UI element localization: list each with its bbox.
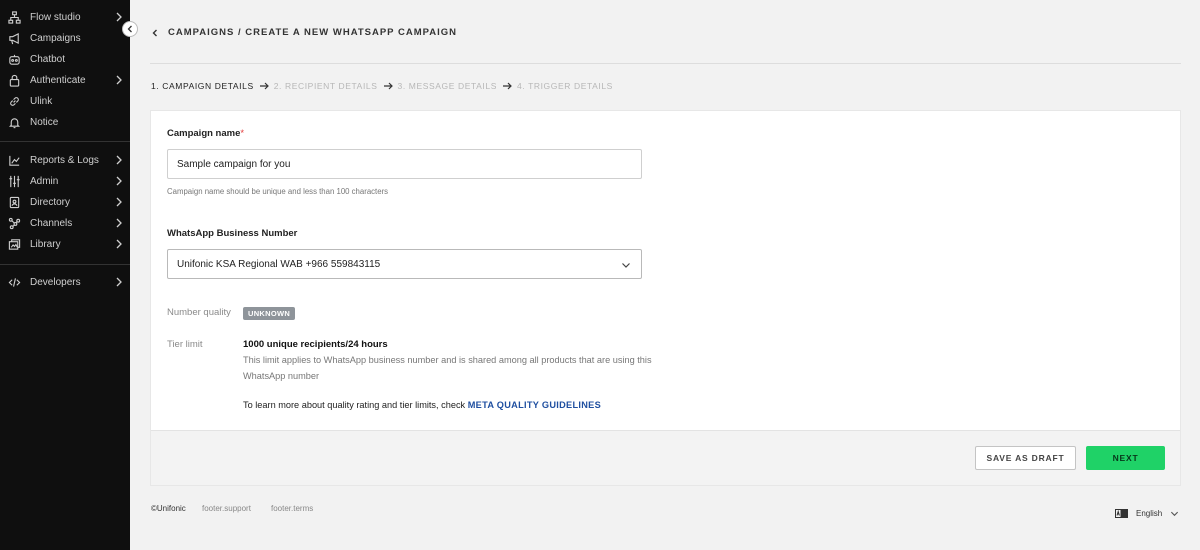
sidebar-item-admin[interactable]: Admin bbox=[0, 171, 130, 192]
sidebar-item-label: Directory bbox=[30, 197, 71, 208]
sidebar-item-label: Campaigns bbox=[30, 33, 81, 44]
stepper: 1. CAMPAIGN DETAILS 2. RECIPIENT DETAILS… bbox=[151, 81, 613, 91]
business-number-select[interactable]: Unifonic KSA Regional WAB +966 559843115 bbox=[167, 249, 642, 279]
back-chevron-icon[interactable] bbox=[150, 28, 160, 38]
chevron-right-icon bbox=[116, 277, 122, 287]
card-actions-bar: SAVE AS DRAFT NEXT bbox=[151, 430, 1180, 485]
sidebar-item-label: Notice bbox=[30, 117, 59, 128]
meta-quality-guidelines-link[interactable]: META QUALITY GUIDELINES bbox=[468, 400, 601, 410]
sidebar-item-directory[interactable]: Directory bbox=[0, 192, 130, 213]
sidebar-item-label: Channels bbox=[30, 218, 73, 229]
bot-icon bbox=[7, 53, 21, 67]
sidebar-item-flow-studio[interactable]: Flow studio bbox=[0, 7, 130, 28]
header-divider bbox=[150, 63, 1181, 64]
tier-limit-description: This limit applies to WhatsApp business … bbox=[243, 355, 652, 381]
sidebar-item-label: Library bbox=[30, 239, 61, 250]
nodes-icon bbox=[7, 217, 21, 231]
language-icon bbox=[1115, 509, 1128, 518]
sidebar-item-library[interactable]: Library bbox=[0, 234, 130, 255]
footer-copyright: ©Unifonic bbox=[151, 504, 186, 513]
chevron-right-icon bbox=[116, 176, 122, 186]
sidebar-item-developers[interactable]: Developers bbox=[0, 272, 130, 293]
step-recipient-details[interactable]: 2. RECIPIENT DETAILS bbox=[274, 81, 378, 91]
required-marker: * bbox=[240, 128, 245, 139]
chevron-right-icon bbox=[116, 75, 122, 85]
sidebar-item-label: Reports & Logs bbox=[30, 155, 99, 166]
sidebar-item-label: Flow studio bbox=[30, 12, 81, 23]
step-trigger-details[interactable]: 4. TRIGGER DETAILS bbox=[517, 81, 613, 91]
sidebar-collapse-button[interactable] bbox=[122, 21, 138, 37]
language-label: English bbox=[1136, 509, 1163, 518]
arrow-right-icon bbox=[259, 82, 269, 90]
campaign-details-card: Campaign name* Campaign name should be u… bbox=[150, 110, 1181, 486]
sidebar-item-label: Developers bbox=[30, 277, 81, 288]
sidebar-item-channels[interactable]: Channels bbox=[0, 213, 130, 234]
campaign-name-label: Campaign name* bbox=[167, 128, 244, 139]
lock-icon bbox=[7, 74, 21, 88]
library-icon bbox=[7, 238, 21, 252]
number-quality-label: Number quality bbox=[167, 307, 231, 318]
chevron-right-icon bbox=[116, 197, 122, 207]
chevron-right-icon bbox=[116, 239, 122, 249]
number-quality-badge: UNKNOWN bbox=[243, 307, 296, 320]
flow-icon bbox=[7, 11, 21, 25]
tier-limit-label: Tier limit bbox=[167, 339, 203, 350]
chevron-down-icon bbox=[622, 263, 630, 268]
sidebar-divider bbox=[0, 141, 130, 142]
sidebar-item-ulink[interactable]: Ulink bbox=[0, 91, 130, 112]
footer-support-link[interactable]: footer.support bbox=[202, 504, 251, 513]
sidebar-item-label: Chatbot bbox=[30, 54, 66, 65]
chevron-right-icon bbox=[116, 218, 122, 228]
chart-icon bbox=[7, 154, 21, 168]
next-button[interactable]: NEXT bbox=[1086, 446, 1165, 470]
business-number-label: WhatsApp Business Number bbox=[167, 228, 298, 239]
campaign-name-hint: Campaign name should be unique and less … bbox=[167, 187, 389, 196]
tier-limit-value: 1000 unique recipients/24 hours bbox=[243, 339, 388, 350]
footer-terms-link[interactable]: footer.terms bbox=[271, 504, 313, 513]
arrow-right-icon bbox=[502, 82, 512, 90]
learn-more-text: To learn more about quality rating and t… bbox=[243, 400, 601, 410]
campaign-name-label-text: Campaign name bbox=[167, 128, 241, 139]
sidebar-item-label: Ulink bbox=[30, 96, 53, 107]
save-as-draft-button[interactable]: SAVE AS DRAFT bbox=[975, 446, 1076, 470]
chevron-left-icon bbox=[127, 25, 132, 33]
chevron-right-icon bbox=[116, 155, 122, 165]
bell-icon bbox=[7, 116, 21, 130]
sliders-icon bbox=[7, 175, 21, 189]
step-campaign-details[interactable]: 1. CAMPAIGN DETAILS bbox=[151, 81, 254, 91]
sidebar-divider bbox=[0, 264, 130, 265]
learn-more-prefix: To learn more about quality rating and t… bbox=[243, 400, 466, 410]
code-icon bbox=[7, 276, 21, 290]
link-icon bbox=[7, 95, 21, 109]
contact-book-icon bbox=[7, 196, 21, 210]
chevron-down-icon bbox=[1171, 511, 1179, 517]
sidebar-item-campaigns[interactable]: Campaigns bbox=[0, 28, 130, 49]
campaign-name-input[interactable] bbox=[167, 149, 642, 179]
megaphone-icon bbox=[7, 32, 21, 46]
sidebar-item-authenticate[interactable]: Authenticate bbox=[0, 70, 130, 91]
sidebar-item-chatbot[interactable]: Chatbot bbox=[0, 49, 130, 70]
language-selector[interactable]: English bbox=[1115, 509, 1179, 518]
arrow-right-icon bbox=[383, 82, 393, 90]
sidebar: Flow studio Campaigns Chatbot Authentica… bbox=[0, 0, 130, 550]
page-title: CAMPAIGNS / CREATE A NEW WHATSAPP CAMPAI… bbox=[168, 27, 457, 38]
sidebar-item-reports-logs[interactable]: Reports & Logs bbox=[0, 150, 130, 171]
sidebar-item-label: Admin bbox=[30, 176, 59, 187]
sidebar-item-label: Authenticate bbox=[30, 75, 86, 86]
step-message-details[interactable]: 3. MESSAGE DETAILS bbox=[398, 81, 497, 91]
chevron-right-icon bbox=[116, 12, 122, 22]
business-number-value: Unifonic KSA Regional WAB +966 559843115 bbox=[177, 258, 381, 270]
sidebar-item-notice[interactable]: Notice bbox=[0, 112, 130, 133]
